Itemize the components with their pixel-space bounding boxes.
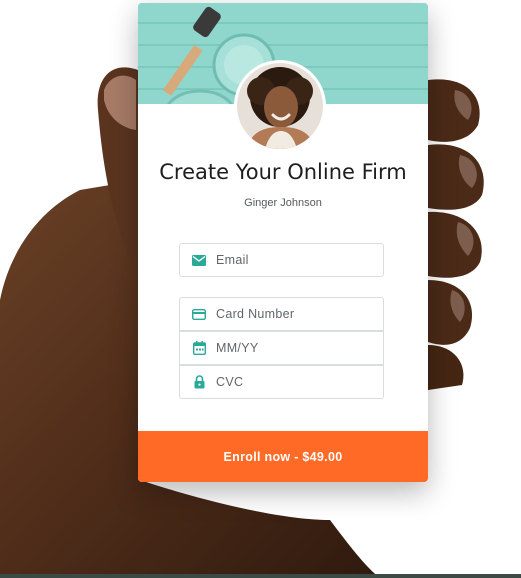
enroll-button[interactable]: Enroll now - $49.00: [138, 431, 428, 482]
expiry-field[interactable]: MM/YY: [179, 331, 384, 365]
email-placeholder: Email: [216, 253, 249, 267]
author-name: Ginger Johnson: [244, 197, 322, 209]
card-number-field[interactable]: Card Number: [179, 297, 384, 331]
credit-card-icon: [191, 306, 207, 322]
mail-icon: [191, 252, 207, 268]
page-title: Create Your Online Firm: [159, 160, 407, 184]
email-field[interactable]: Email: [179, 243, 384, 277]
expiry-placeholder: MM/YY: [216, 341, 259, 355]
cvc-placeholder: CVC: [216, 375, 244, 389]
bottom-strip: [0, 574, 521, 578]
card-number-placeholder: Card Number: [216, 307, 295, 321]
cvc-field[interactable]: CVC: [179, 365, 384, 399]
calendar-icon: [191, 340, 207, 356]
lock-icon: [191, 374, 207, 390]
avatar: [237, 63, 323, 149]
signup-card: Create Your Online Firm Ginger Johnson E…: [138, 3, 428, 482]
